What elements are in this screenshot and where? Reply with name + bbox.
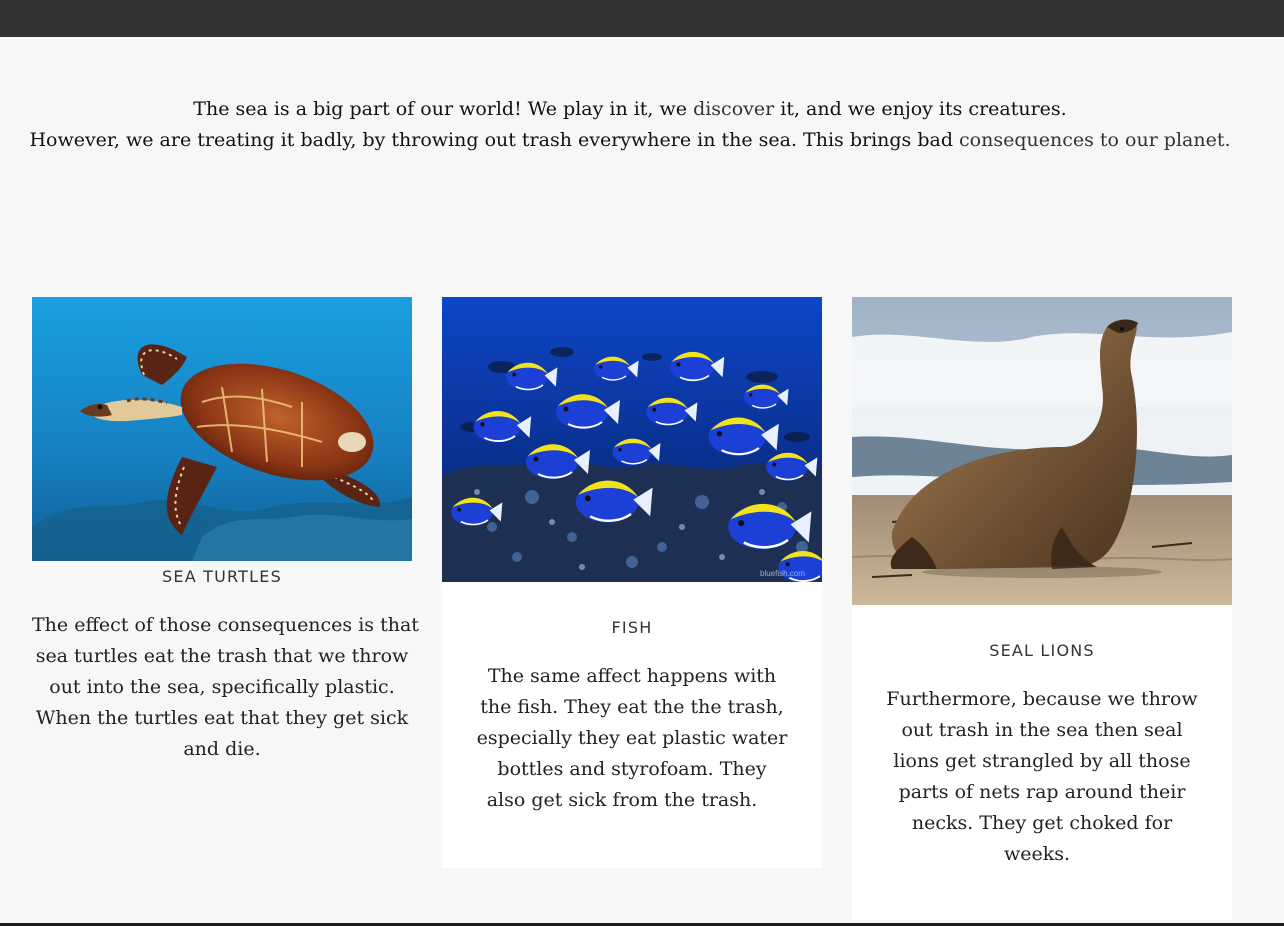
card-text: The same affect happens with the fish. T… [476, 665, 788, 811]
card-title: SEA TURTLES [162, 567, 282, 586]
card-title: FISH [611, 618, 653, 637]
intro-line-1: The sea is a big part of our world! We p… [193, 98, 1067, 120]
card-text: The effect of those consequences is that… [32, 614, 419, 760]
card-title: SEAL LIONS [989, 641, 1095, 660]
card-fish: bluefish.com FISH The same affect happen… [442, 297, 822, 868]
card-sea-turtles: SEA TURTLES The effect of those conseque… [32, 297, 419, 797]
intro-text: The sea is a big part of our world! We p… [0, 94, 1260, 156]
image-watermark: bluefish.com [760, 569, 805, 578]
fish-image: bluefish.com [442, 297, 822, 582]
top-bar [0, 0, 1284, 37]
sea-turtle-image [32, 297, 412, 561]
sea-lion-image [852, 297, 1232, 605]
card-seal-lions: SEAL LIONS Furthermore, because we throw… [852, 297, 1232, 920]
card-text: Furthermore, because we throw out trash … [886, 688, 1198, 865]
intro-line-2: However, we are treating it badly, by th… [29, 129, 1231, 151]
